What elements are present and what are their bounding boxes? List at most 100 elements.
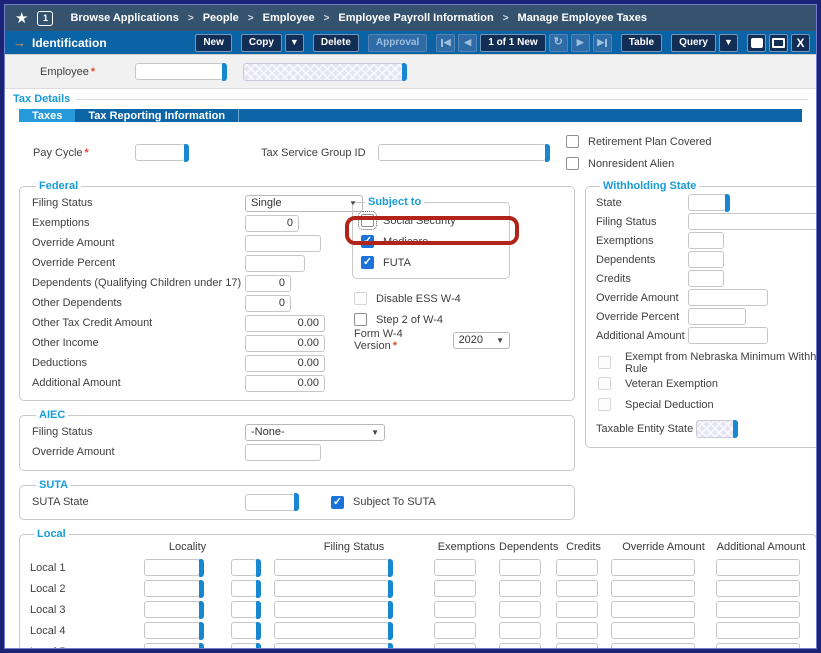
federal-other-income-input[interactable] (245, 335, 325, 352)
local-3-locality-handle[interactable] (199, 601, 204, 619)
local-5-exemptions-input[interactable] (434, 643, 476, 649)
local-4-credits-input[interactable] (556, 622, 598, 639)
aiec-override-amount-input[interactable] (245, 444, 321, 461)
local-5-additional-amount-input[interactable] (716, 643, 800, 649)
local-4-code-handle[interactable] (256, 622, 261, 640)
medicare-checkbox[interactable] (361, 235, 374, 248)
local-2-locality-input[interactable] (144, 580, 200, 597)
breadcrumb-item-people[interactable]: People (203, 12, 239, 24)
query-dropdown-button[interactable]: ▼ (719, 34, 738, 52)
local-4-additional-amount-input[interactable] (716, 622, 800, 639)
copy-button[interactable]: Copy (241, 34, 282, 52)
local-2-locality-handle[interactable] (199, 580, 204, 598)
ws-override-amount-input[interactable] (688, 289, 768, 306)
maximize-window-button[interactable] (769, 34, 788, 52)
aiec-filing-status-dropdown[interactable]: -None-▼ (245, 424, 385, 441)
local-1-additional-amount-input[interactable] (716, 559, 800, 576)
local-2-override-amount-input[interactable] (611, 580, 695, 597)
local-5-dependents-input[interactable] (499, 643, 541, 649)
federal-additional-amount-input[interactable] (245, 375, 325, 392)
local-3-filing-status-handle[interactable] (388, 601, 393, 619)
local-5-filing-status-handle[interactable] (388, 643, 393, 650)
social-security-checkbox[interactable] (361, 214, 374, 227)
federal-deductions-input[interactable] (245, 355, 325, 372)
step-2-of-w4-checkbox[interactable] (354, 313, 367, 326)
breadcrumb-item-employee[interactable]: Employee (263, 12, 315, 24)
local-5-filing-status-input[interactable] (274, 643, 389, 649)
federal-dependents-input[interactable] (245, 275, 291, 292)
local-3-override-amount-input[interactable] (611, 601, 695, 618)
employee-display-handle[interactable] (402, 63, 407, 81)
federal-exemptions-input[interactable] (245, 215, 299, 232)
restore-window-button[interactable] (747, 34, 766, 52)
ws-additional-amount-input[interactable] (688, 327, 768, 344)
ws-credits-input[interactable] (688, 270, 724, 287)
employee-lookup-handle[interactable] (222, 63, 227, 81)
federal-other-dependents-input[interactable] (245, 295, 291, 312)
local-4-locality-handle[interactable] (199, 622, 204, 640)
local-3-locality-input[interactable] (144, 601, 200, 618)
federal-other-tax-credit-input[interactable] (245, 315, 325, 332)
ws-state-input[interactable] (688, 194, 726, 211)
federal-override-percent-input[interactable] (245, 255, 305, 272)
local-2-credits-input[interactable] (556, 580, 598, 597)
local-4-code-input[interactable] (231, 622, 257, 639)
subject-to-suta-checkbox[interactable] (331, 496, 344, 509)
window-badge-icon[interactable]: 1 (37, 11, 53, 26)
local-1-credits-input[interactable] (556, 559, 598, 576)
local-1-override-amount-input[interactable] (611, 559, 695, 576)
copy-dropdown-button[interactable]: ▼ (285, 34, 304, 52)
employee-input[interactable] (135, 63, 223, 80)
local-2-code-input[interactable] (231, 580, 257, 597)
local-1-locality-handle[interactable] (199, 559, 204, 577)
local-2-filing-status-input[interactable] (274, 580, 389, 597)
local-1-code-handle[interactable] (256, 559, 261, 577)
ws-exemptions-input[interactable] (688, 232, 724, 249)
nonresident-alien-checkbox[interactable] (566, 157, 579, 170)
taxable-entity-state-handle[interactable] (733, 420, 738, 438)
breadcrumb-item-employee-payroll-information[interactable]: Employee Payroll Information (338, 12, 493, 24)
pay-cycle-lookup-handle[interactable] (184, 144, 189, 162)
tax-service-group-id-input[interactable] (378, 144, 546, 161)
local-5-code-input[interactable] (231, 643, 257, 649)
delete-button[interactable]: Delete (313, 34, 359, 52)
tax-service-group-id-handle[interactable] (545, 144, 550, 162)
close-window-button[interactable]: X (791, 34, 810, 52)
local-5-locality-input[interactable] (144, 643, 200, 649)
federal-override-amount-input[interactable] (245, 235, 321, 252)
table-button[interactable]: Table (621, 34, 662, 52)
local-4-filing-status-input[interactable] (274, 622, 389, 639)
local-1-filing-status-input[interactable] (274, 559, 389, 576)
suta-state-input[interactable] (245, 494, 295, 511)
local-2-dependents-input[interactable] (499, 580, 541, 597)
ws-filing-status-input[interactable] (688, 213, 817, 230)
local-3-additional-amount-input[interactable] (716, 601, 800, 618)
ws-override-percent-input[interactable] (688, 308, 746, 325)
tab-tax-reporting-information[interactable]: Tax Reporting Information (75, 109, 238, 122)
local-3-code-handle[interactable] (256, 601, 261, 619)
form-w4-version-dropdown[interactable]: 2020▼ (453, 332, 510, 349)
local-2-code-handle[interactable] (256, 580, 261, 598)
local-3-exemptions-input[interactable] (434, 601, 476, 618)
local-2-filing-status-handle[interactable] (388, 580, 393, 598)
local-4-override-amount-input[interactable] (611, 622, 695, 639)
favorite-star-icon[interactable]: ★ (15, 11, 28, 26)
futa-checkbox[interactable] (361, 256, 374, 269)
ws-state-lookup-handle[interactable] (725, 194, 730, 212)
local-4-filing-status-handle[interactable] (388, 622, 393, 640)
local-5-locality-handle[interactable] (199, 643, 204, 650)
local-5-override-amount-input[interactable] (611, 643, 695, 649)
query-button[interactable]: Query (671, 34, 716, 52)
local-4-exemptions-input[interactable] (434, 622, 476, 639)
breadcrumb-item-browse-applications[interactable]: Browse Applications (70, 12, 178, 24)
local-4-dependents-input[interactable] (499, 622, 541, 639)
local-1-dependents-input[interactable] (499, 559, 541, 576)
local-5-credits-input[interactable] (556, 643, 598, 649)
tab-taxes[interactable]: Taxes (19, 109, 75, 122)
local-3-credits-input[interactable] (556, 601, 598, 618)
local-3-dependents-input[interactable] (499, 601, 541, 618)
local-4-locality-input[interactable] (144, 622, 200, 639)
local-3-code-input[interactable] (231, 601, 257, 618)
local-1-locality-input[interactable] (144, 559, 200, 576)
suta-state-lookup-handle[interactable] (294, 493, 299, 511)
